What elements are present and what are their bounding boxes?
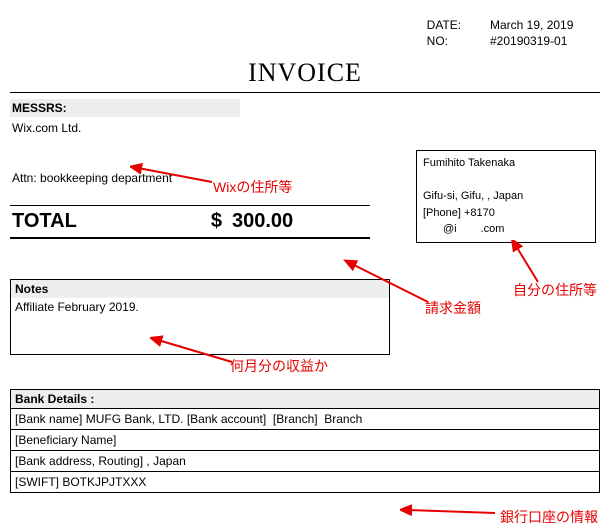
annotation-amount: 請求金額 bbox=[425, 298, 481, 318]
bank-row-3: [Bank address, Routing] , Japan bbox=[11, 450, 599, 471]
sender-city: Gifu-si, Gifu, , Japan bbox=[423, 188, 589, 205]
sender-box: Fumihito Takenaka Gifu-si, Gifu, , Japan… bbox=[416, 150, 596, 243]
date-value: March 19, 2019 bbox=[490, 18, 590, 32]
sender-phone: [Phone] +8170 bbox=[423, 205, 589, 222]
total-label: TOTAL bbox=[12, 210, 112, 233]
invoice-title: INVOICE bbox=[10, 58, 600, 88]
sender-email: @i .com bbox=[423, 221, 589, 238]
annotation-month: 何月分の収益か bbox=[230, 356, 328, 376]
annotation-own-address: 自分の住所等 bbox=[513, 280, 597, 300]
messrs-header: MESSRS: bbox=[10, 99, 240, 117]
title-divider bbox=[10, 92, 600, 93]
bank-row-4: [SWIFT] BOTKJPJTXXX bbox=[11, 471, 599, 492]
notes-block: Notes Affiliate February 2019. bbox=[10, 279, 390, 355]
messrs-company: Wix.com Ltd. bbox=[10, 119, 240, 137]
arrow-icon bbox=[400, 498, 500, 520]
total-row: TOTAL $ 300.00 bbox=[10, 205, 370, 239]
annotation-bank-info: 銀行口座の情報 bbox=[500, 507, 598, 527]
bank-header: Bank Details : bbox=[11, 390, 599, 408]
header-meta: DATE: March 19, 2019 NO: #20190319-01 bbox=[10, 18, 590, 48]
messrs-attn: Attn: bookkeeping department bbox=[10, 169, 240, 187]
arrow-icon bbox=[498, 240, 558, 290]
bank-row-2: [Beneficiary Name] bbox=[11, 429, 599, 450]
total-currency: $ bbox=[112, 210, 232, 233]
bank-row-1: [Bank name] MUFG Bank, LTD. [Bank accoun… bbox=[11, 408, 599, 429]
messrs-block: MESSRS: Wix.com Ltd. Attn: bookkeeping d… bbox=[10, 99, 240, 187]
bank-details-block: Bank Details : [Bank name] MUFG Bank, LT… bbox=[10, 389, 600, 493]
total-amount: 300.00 bbox=[232, 210, 368, 233]
no-label: NO: bbox=[427, 34, 487, 48]
notes-header: Notes bbox=[11, 280, 389, 298]
no-value: #20190319-01 bbox=[490, 34, 590, 48]
notes-body: Affiliate February 2019. bbox=[11, 298, 389, 354]
sender-name: Fumihito Takenaka bbox=[423, 155, 589, 172]
date-label: DATE: bbox=[427, 18, 487, 32]
